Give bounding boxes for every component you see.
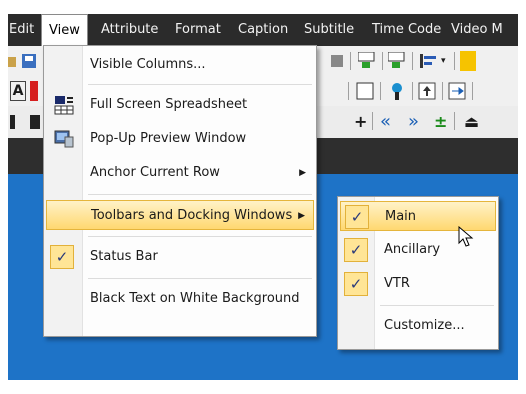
submenu-arrow-icon: ▶ [299, 168, 306, 178]
toolbar-separator [442, 82, 443, 100]
font-style-icon[interactable]: A [10, 81, 26, 101]
rewind-icon[interactable]: « [380, 107, 391, 137]
toolbar-separator [412, 82, 413, 100]
menu-edit[interactable]: Edit [8, 14, 41, 46]
checkmark-icon: ✓ [344, 272, 368, 296]
menu-separator [380, 305, 494, 306]
submenu-item-vtr[interactable]: ✓ VTR [340, 269, 496, 299]
menu-view[interactable]: View [41, 14, 88, 46]
toolbar-separator [372, 112, 373, 130]
mouse-pointer-icon [458, 226, 474, 247]
toolbar-separator [348, 82, 349, 100]
toolbar-separator [350, 52, 351, 70]
menu-item-label: Black Text on White Background [90, 291, 300, 306]
menu-item-label: Full Screen Spreadsheet [90, 97, 248, 112]
menu-separator [88, 236, 312, 237]
submenu-item-label: Customize... [384, 318, 465, 333]
fast-forward-icon[interactable]: » [408, 107, 419, 137]
submenu-item-customize[interactable]: Customize... [340, 311, 496, 341]
add-icon[interactable]: + [354, 107, 367, 137]
menu-item-toolbars-docking-windows[interactable]: Toolbars and Docking Windows ▶ [46, 200, 314, 230]
menu-video[interactable]: Video M [444, 14, 510, 46]
toolbar-separator [382, 52, 383, 70]
menu-item-label: Toolbars and Docking Windows [91, 208, 293, 223]
submenu-item-label: VTR [384, 276, 410, 291]
toolbar-separator [454, 52, 455, 70]
menu-separator [88, 84, 312, 85]
menu-attribute[interactable]: Attribute [94, 14, 165, 46]
menu-separator [88, 194, 312, 195]
menu-time-code[interactable]: Time Code [365, 14, 448, 46]
menu-item-label: Pop-Up Preview Window [90, 131, 247, 146]
menu-item-popup-preview-window[interactable]: Pop-Up Preview Window [46, 124, 314, 154]
toolbars-submenu: ✓ Main ✓ Ancillary ✓ VTR Customize... [337, 196, 499, 350]
toolbar-separator [380, 82, 381, 100]
menu-subtitle[interactable]: Subtitle [297, 14, 361, 46]
checkmark-icon: ✓ [345, 205, 369, 229]
checkmark-icon: ✓ [50, 245, 74, 269]
spreadsheet-icon [54, 96, 74, 115]
submenu-item-label: Ancillary [384, 242, 441, 257]
toolbar-separator [412, 52, 413, 70]
submenu-item-label: Main [385, 209, 417, 224]
preview-window-icon [54, 130, 74, 148]
application-window: Edit View Attribute Format Caption Subti… [8, 14, 518, 380]
toolbar-separator [454, 112, 455, 130]
menu-item-label: Visible Columns... [90, 57, 206, 72]
menu-item-black-text-white-background[interactable]: Black Text on White Background [46, 284, 314, 314]
submenu-arrow-icon: ▶ [298, 211, 305, 221]
menu-separator [88, 278, 312, 279]
align-dropdown-icon[interactable]: ▾ [441, 46, 446, 76]
eject-icon[interactable]: ⏏ [464, 107, 479, 137]
toolbar-separator [472, 82, 473, 100]
menu-item-visible-columns[interactable]: Visible Columns... [46, 50, 314, 80]
menu-bar: Edit View Attribute Format Caption Subti… [8, 14, 518, 46]
view-menu: Visible Columns... Full Screen Spreadshe… [43, 45, 317, 337]
menu-format[interactable]: Format [168, 14, 228, 46]
menu-caption[interactable]: Caption [231, 14, 295, 46]
menu-item-label: Anchor Current Row [90, 165, 220, 180]
menu-item-full-screen-spreadsheet[interactable]: Full Screen Spreadsheet [46, 90, 314, 120]
plus-minus-icon[interactable]: ± [434, 107, 447, 137]
menu-item-label: Status Bar [90, 249, 158, 264]
menu-item-anchor-current-row[interactable]: Anchor Current Row ▶ [46, 158, 314, 188]
checkmark-icon: ✓ [344, 238, 368, 262]
menu-item-status-bar[interactable]: ✓ Status Bar [46, 242, 314, 272]
